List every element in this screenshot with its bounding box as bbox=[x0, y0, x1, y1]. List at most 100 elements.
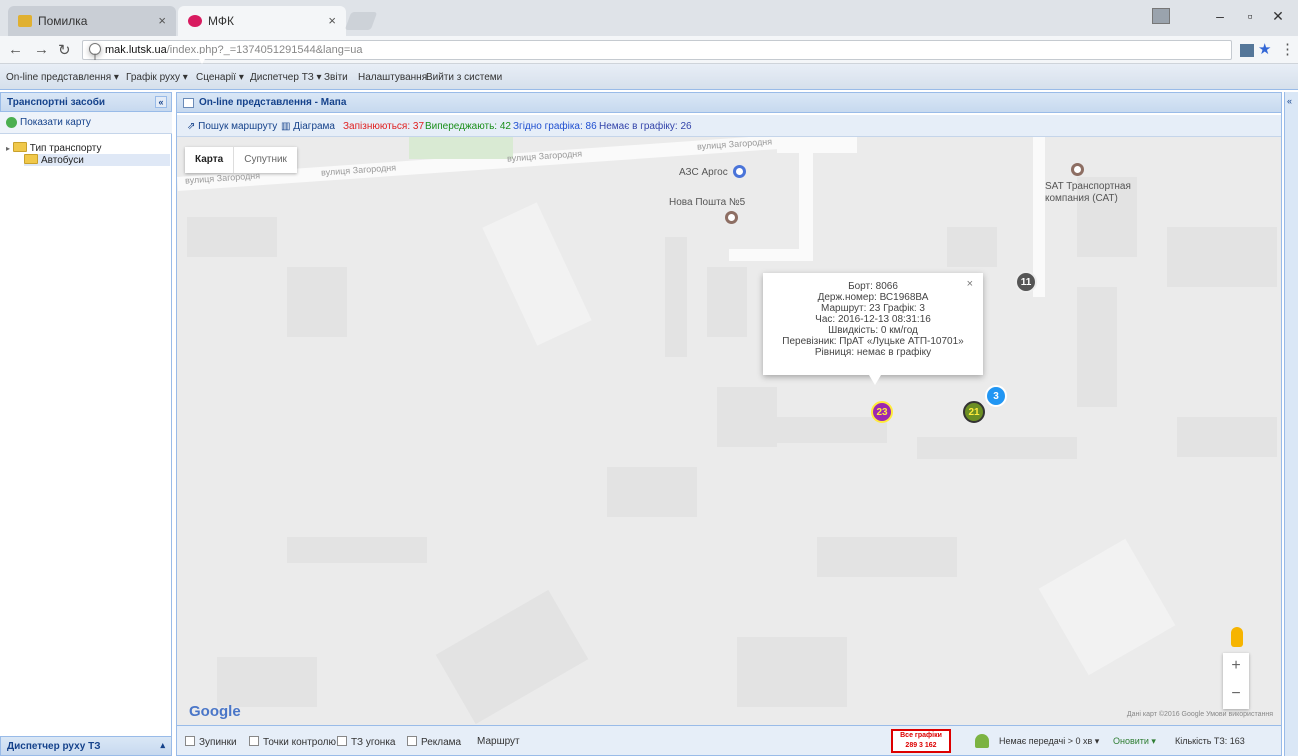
close-icon[interactable]: × bbox=[967, 279, 973, 290]
app-menubar: On-line представлення ▾ Графік руху ▾ Сц… bbox=[0, 64, 1298, 90]
menu-scenarios[interactable]: Сценарії ▾ bbox=[196, 72, 244, 83]
popup-speed: Швидкість: 0 км/год bbox=[828, 325, 918, 336]
translate-icon[interactable] bbox=[1240, 44, 1254, 57]
menu-logout[interactable]: Вийти з системи bbox=[426, 72, 502, 83]
tab-title: МФК bbox=[208, 14, 234, 28]
main-panel: On-line представлення - Мапа ⇗ Пошук мар… bbox=[176, 92, 1282, 756]
road bbox=[729, 249, 813, 261]
schedule-badge-label: Все графіки bbox=[900, 732, 942, 739]
building bbox=[717, 387, 777, 447]
reload-icon[interactable]: ↻ bbox=[58, 41, 71, 59]
expand-icon[interactable]: ▴ bbox=[160, 740, 165, 751]
popup-board: Борт: 8066 bbox=[848, 281, 898, 292]
browser-tab-mfk[interactable]: МФК × bbox=[178, 6, 346, 36]
street-view-pegman-icon[interactable] bbox=[1231, 627, 1243, 647]
panel-title: Диспетчер руху ТЗ bbox=[7, 741, 101, 752]
url-input[interactable]: i mak.lutsk.ua/index.php?_=1374051291544… bbox=[82, 40, 1232, 64]
road bbox=[777, 137, 857, 153]
tree-label: Тип транспорту bbox=[29, 143, 102, 154]
ads-checkbox[interactable]: Реклама bbox=[407, 736, 461, 748]
vehicle-marker-3[interactable]: 3 bbox=[985, 385, 1007, 407]
stops-checkbox[interactable]: Зупинки bbox=[185, 736, 237, 748]
folder-icon bbox=[12, 142, 27, 152]
close-window-button[interactable]: ✕ bbox=[1266, 8, 1290, 25]
poi-gas-label: АЗС Аргос bbox=[679, 167, 728, 178]
tree-node-transport-type[interactable]: ▸ Тип транспорту bbox=[6, 142, 101, 154]
building bbox=[1177, 417, 1277, 457]
info-icon[interactable]: i bbox=[89, 43, 208, 64]
forward-icon[interactable]: → bbox=[34, 41, 49, 58]
new-tab-button[interactable] bbox=[344, 12, 378, 30]
poi-post-label: Нова Пошта №5 bbox=[669, 197, 746, 208]
post-office-icon[interactable] bbox=[725, 211, 738, 224]
map-type-map[interactable]: Карта bbox=[185, 147, 233, 173]
schedule-badge-counts: 289 3 162 bbox=[905, 742, 937, 749]
popup-route: Маршрут: 23 Графік: 3 bbox=[821, 303, 925, 314]
refresh-button[interactable]: Оновити ▾ bbox=[1113, 736, 1156, 747]
menu-dots-icon[interactable]: ⋮ bbox=[1280, 40, 1295, 58]
folder-icon bbox=[18, 15, 32, 27]
back-icon[interactable]: ← bbox=[8, 41, 23, 58]
android-icon[interactable] bbox=[975, 734, 989, 748]
building bbox=[707, 267, 747, 337]
browser-tabstrip: Помилка × МФК × – ▫ ✕ bbox=[0, 0, 1298, 36]
bookmark-star-icon[interactable]: ★ bbox=[1258, 40, 1271, 58]
dispatcher-panel-header[interactable]: Диспетчер руху ТЗ ▴ bbox=[0, 736, 172, 756]
tree-label: Автобуси bbox=[41, 155, 84, 166]
off-schedule-filter[interactable]: Немає в графіку: 26 bbox=[599, 121, 692, 132]
zoom-out-button[interactable]: − bbox=[1223, 681, 1249, 709]
popup-carrier: Перевізник: ПрАТ «Луцьке АТП-10701» bbox=[782, 336, 964, 347]
hijack-checkbox[interactable]: ТЗ угонка bbox=[337, 736, 395, 748]
expand-icon[interactable]: ▸ bbox=[6, 144, 10, 153]
close-icon[interactable]: × bbox=[328, 13, 336, 28]
building bbox=[187, 217, 277, 257]
map-canvas[interactable]: Карта Супутник вулиця Загородня вулиця З… bbox=[177, 137, 1281, 725]
maximize-button[interactable]: ▫ bbox=[1238, 8, 1262, 24]
browser-tab-error[interactable]: Помилка × bbox=[8, 6, 176, 36]
schedule-badge[interactable]: Все графіки 289 3 162 bbox=[891, 729, 951, 753]
tab-title: Помилка bbox=[38, 14, 88, 28]
profile-icon[interactable] bbox=[1152, 8, 1170, 24]
company-icon[interactable] bbox=[1071, 163, 1084, 176]
on-schedule-filter[interactable]: Згідно графіка: 86 bbox=[513, 121, 597, 132]
right-collapse-bar[interactable]: « bbox=[1284, 92, 1298, 756]
building bbox=[435, 589, 589, 725]
app-favicon-icon bbox=[188, 15, 202, 27]
building bbox=[287, 267, 347, 337]
diagram-button[interactable]: ▥ Діаграма bbox=[281, 121, 335, 132]
close-icon[interactable]: × bbox=[158, 13, 166, 28]
menu-schedule[interactable]: Графік руху ▾ bbox=[126, 72, 188, 83]
minimize-button[interactable]: – bbox=[1208, 8, 1232, 24]
no-transmission-select[interactable]: Немає передачі > 0 хв ▾ bbox=[999, 736, 1099, 747]
search-route-button[interactable]: ⇗ Пошук маршруту bbox=[187, 121, 277, 132]
gas-station-icon[interactable] bbox=[733, 165, 746, 178]
route-button[interactable]: Маршрут bbox=[477, 736, 520, 747]
checkbox-label: Точки контролю bbox=[263, 737, 337, 748]
building bbox=[665, 237, 687, 357]
collapse-icon[interactable]: « bbox=[155, 96, 167, 108]
google-logo: Google bbox=[189, 703, 241, 720]
zoom-in-button[interactable]: + bbox=[1223, 653, 1249, 681]
window-icon bbox=[183, 98, 194, 108]
diagram-label: Діаграма bbox=[293, 121, 335, 132]
ahead-filter[interactable]: Випереджають: 42 bbox=[425, 121, 511, 132]
building bbox=[737, 637, 847, 707]
menu-online[interactable]: On-line представлення ▾ bbox=[6, 72, 119, 83]
vehicle-marker-23[interactable]: 23 bbox=[871, 401, 893, 423]
menu-reports[interactable]: Звіти bbox=[324, 72, 348, 83]
vehicle-marker-21[interactable]: 21 bbox=[963, 401, 985, 423]
building bbox=[947, 227, 997, 267]
menu-dispatcher[interactable]: Диспетчер ТЗ ▾ bbox=[250, 72, 322, 83]
map-type-satellite[interactable]: Супутник bbox=[233, 147, 297, 173]
expand-icon[interactable]: « bbox=[1287, 96, 1292, 106]
control-points-checkbox[interactable]: Точки контролю bbox=[249, 736, 336, 748]
menu-settings[interactable]: Налаштування bbox=[358, 72, 427, 83]
map-attribution[interactable]: Дані карт ©2016 Google Умови використанн… bbox=[1127, 711, 1273, 718]
building bbox=[1077, 287, 1117, 407]
tree-node-buses[interactable]: Автобуси bbox=[24, 154, 170, 166]
show-map-button[interactable]: Показати карту bbox=[0, 112, 172, 134]
map-panel-header: On-line представлення - Мапа bbox=[177, 93, 1281, 113]
late-filter[interactable]: Запізнюються: 37 bbox=[343, 121, 424, 132]
building bbox=[1038, 538, 1176, 676]
vehicle-marker-11[interactable]: 11 bbox=[1015, 271, 1037, 293]
